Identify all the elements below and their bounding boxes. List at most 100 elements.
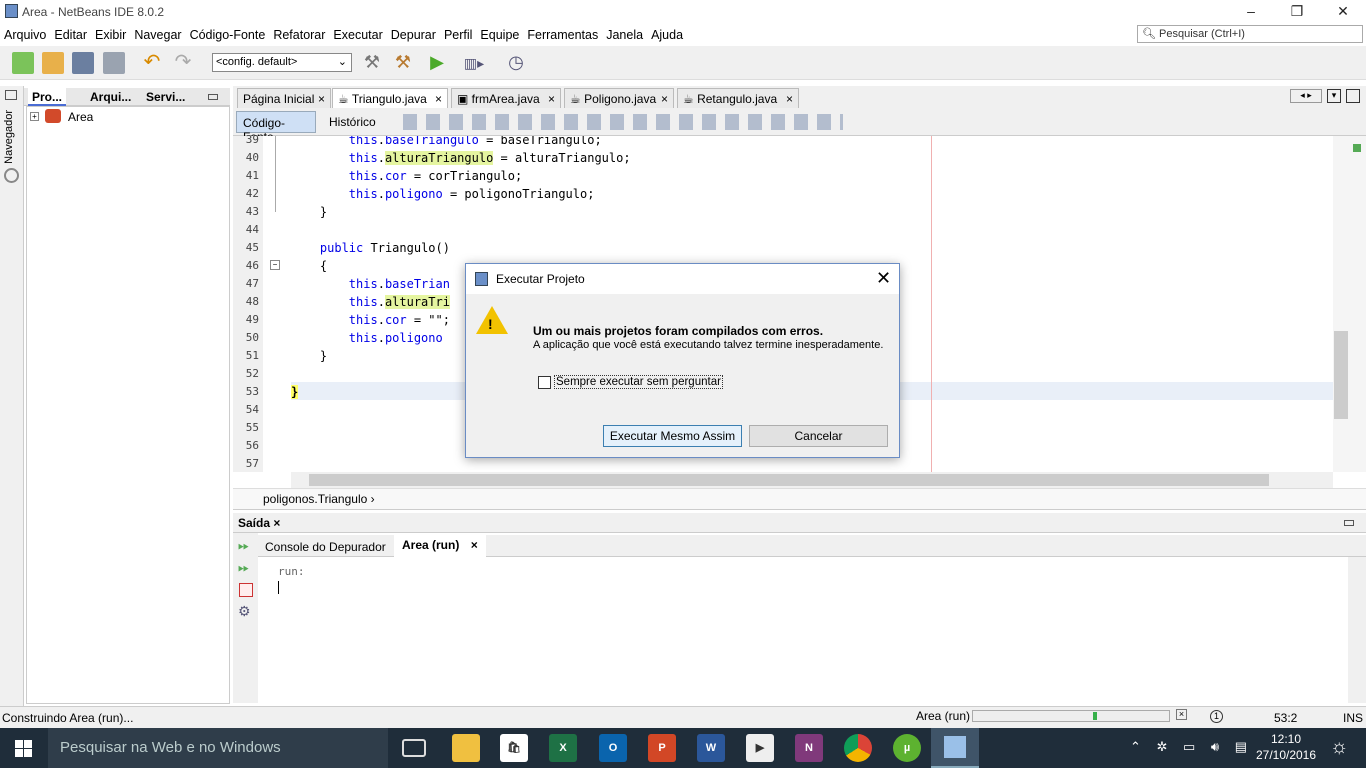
- task-view-icon[interactable]: [402, 739, 426, 757]
- taskbar-search-input[interactable]: Pesquisar na Web e no Windows: [48, 728, 388, 768]
- netbeans-taskbar-icon[interactable]: [931, 728, 979, 768]
- clock[interactable]: 12:10 27/10/2016: [1250, 731, 1322, 763]
- system-tray-icons[interactable]: ⌃ ✲ ▭ 🔊︎ ▤: [1130, 739, 1253, 755]
- tab-projects[interactable]: Pro...: [28, 88, 67, 106]
- store-icon[interactable]: 🛍︎: [500, 734, 528, 762]
- tab-files[interactable]: Arqui...: [86, 88, 135, 106]
- line-number: 51: [245, 349, 259, 362]
- windows-start-icon[interactable]: [15, 740, 32, 757]
- tab-services[interactable]: Servi...: [142, 88, 189, 106]
- menu-arquivo[interactable]: Arquivo: [4, 28, 46, 42]
- line-number: 41: [245, 169, 259, 182]
- close-tab-icon[interactable]: ×: [661, 92, 668, 106]
- menu-navegar[interactable]: Navegar: [134, 28, 181, 42]
- editor-vertical-scrollbar[interactable]: [1333, 136, 1349, 472]
- task-name[interactable]: Area (run): [916, 709, 970, 723]
- scroll-thumb[interactable]: [309, 474, 1269, 486]
- new-file-icon[interactable]: [12, 52, 34, 74]
- output-tab[interactable]: Saída ×: [238, 516, 280, 530]
- maximize-editor-icon[interactable]: [1346, 89, 1360, 103]
- minimize-panel-icon[interactable]: [1344, 520, 1354, 526]
- utorrent-icon[interactable]: µ: [893, 734, 921, 762]
- debug-icon[interactable]: ▥▸: [463, 52, 485, 74]
- menu-exibir[interactable]: Exibir: [95, 28, 126, 42]
- always-run-label[interactable]: Sempre executar sem perguntar: [554, 375, 723, 389]
- onenote-icon[interactable]: N: [795, 734, 823, 762]
- tab-retangulo[interactable]: ☕︎ Retangulo.java ×: [677, 88, 799, 108]
- line-number: 50: [245, 331, 259, 344]
- breadcrumb-item[interactable]: poligonos.Triangulo: [263, 492, 367, 506]
- editor-tools-icon[interactable]: [403, 114, 843, 130]
- file-explorer-icon[interactable]: [452, 734, 480, 762]
- tab-poligono[interactable]: ☕︎ Poligono.java ×: [564, 88, 674, 108]
- menu-depurar[interactable]: Depurar: [391, 28, 436, 42]
- minimize-panel-icon[interactable]: [208, 94, 218, 100]
- clean-build-icon[interactable]: ⚒: [392, 52, 414, 74]
- undo-icon[interactable]: ↶: [141, 52, 163, 74]
- cancel-button[interactable]: Cancelar: [749, 425, 888, 447]
- open-project-icon[interactable]: [72, 52, 94, 74]
- menu-perfil[interactable]: Perfil: [444, 28, 472, 42]
- always-run-checkbox[interactable]: [538, 376, 551, 389]
- output-console[interactable]: run:: [258, 557, 1348, 703]
- powerpoint-icon[interactable]: P: [648, 734, 676, 762]
- history-tab[interactable]: Histórico: [329, 115, 376, 129]
- tab-frmarea[interactable]: ▣ frmArea.java ×: [451, 88, 561, 108]
- scroll-tabs-icon[interactable]: ◂ ▸: [1290, 89, 1322, 103]
- close-tab-icon[interactable]: ×: [435, 92, 442, 106]
- media-icon[interactable]: ▶: [746, 734, 774, 762]
- menu-editar[interactable]: Editar: [54, 28, 87, 42]
- search-input[interactable]: 🔍︎ Pesquisar (Ctrl+I): [1137, 25, 1363, 43]
- tab-triangulo[interactable]: ☕︎ Triangulo.java ×: [332, 88, 448, 108]
- minimize-button[interactable]: –: [1228, 0, 1274, 24]
- run-icon[interactable]: ▶: [426, 52, 448, 74]
- excel-icon[interactable]: X: [549, 734, 577, 762]
- settings-icon[interactable]: ⚙: [238, 603, 251, 620]
- cancel-task-icon[interactable]: ×: [1176, 709, 1187, 720]
- source-tab[interactable]: Código-Fonte: [236, 111, 316, 144]
- tab-list-icon[interactable]: ▾: [1327, 89, 1341, 103]
- fold-collapse-icon[interactable]: −: [270, 260, 280, 270]
- tab-pagina-inicial[interactable]: Página Inicial ×: [237, 88, 331, 108]
- dialog-close-icon[interactable]: ✕: [876, 268, 891, 289]
- close-tab-icon[interactable]: ×: [471, 538, 478, 552]
- window-icon[interactable]: [5, 90, 17, 100]
- menu-ferramentas[interactable]: Ferramentas: [527, 28, 598, 42]
- menu-ajuda[interactable]: Ajuda: [651, 28, 683, 42]
- outlook-icon[interactable]: O: [599, 734, 627, 762]
- maximize-button[interactable]: ❐: [1274, 0, 1320, 24]
- menu-equipe[interactable]: Equipe: [480, 28, 519, 42]
- editor-horizontal-scrollbar[interactable]: [291, 472, 1333, 488]
- menu-codigo-fonte[interactable]: Código-Fonte: [190, 28, 266, 42]
- menu-executar[interactable]: Executar: [333, 28, 382, 42]
- rerun-options-icon[interactable]: ⏩︎: [238, 559, 249, 576]
- build-hammer-icon[interactable]: ⚒: [361, 52, 383, 74]
- tree-root-label[interactable]: Area: [68, 110, 93, 124]
- output-vertical-scrollbar[interactable]: [1348, 557, 1366, 703]
- menu-janela[interactable]: Janela: [606, 28, 643, 42]
- save-all-icon[interactable]: [103, 52, 125, 74]
- redo-icon[interactable]: ↷: [172, 52, 194, 74]
- stop-icon[interactable]: [239, 583, 253, 597]
- close-tab-icon[interactable]: ×: [318, 92, 325, 106]
- scroll-thumb[interactable]: [1334, 331, 1348, 419]
- navigator-tab[interactable]: Navegador: [3, 110, 15, 164]
- chrome-icon[interactable]: [844, 734, 872, 762]
- clock-time: 12:10: [1270, 732, 1302, 746]
- notifications-icon[interactable]: 1: [1210, 710, 1223, 723]
- close-tab-icon[interactable]: ×: [548, 92, 555, 106]
- expand-icon[interactable]: +: [30, 112, 39, 121]
- config-select[interactable]: <config. default> ⌄: [212, 53, 352, 72]
- close-button[interactable]: ✕: [1320, 0, 1366, 24]
- menu-refatorar[interactable]: Refatorar: [273, 28, 325, 42]
- tab-debugger-console[interactable]: Console do Depurador: [265, 540, 386, 554]
- new-project-icon[interactable]: [42, 52, 64, 74]
- run-anyway-button[interactable]: Executar Mesmo Assim: [603, 425, 742, 447]
- rerun-icon[interactable]: ⏩︎: [238, 537, 249, 554]
- action-center-icon[interactable]: ☼: [1330, 736, 1348, 759]
- close-tab-icon[interactable]: ×: [786, 92, 793, 106]
- profile-icon[interactable]: ◷: [505, 52, 527, 74]
- word-icon[interactable]: W: [697, 734, 725, 762]
- error-stripe[interactable]: [1349, 136, 1366, 472]
- tab-area-run[interactable]: Area (run) ×: [394, 535, 486, 557]
